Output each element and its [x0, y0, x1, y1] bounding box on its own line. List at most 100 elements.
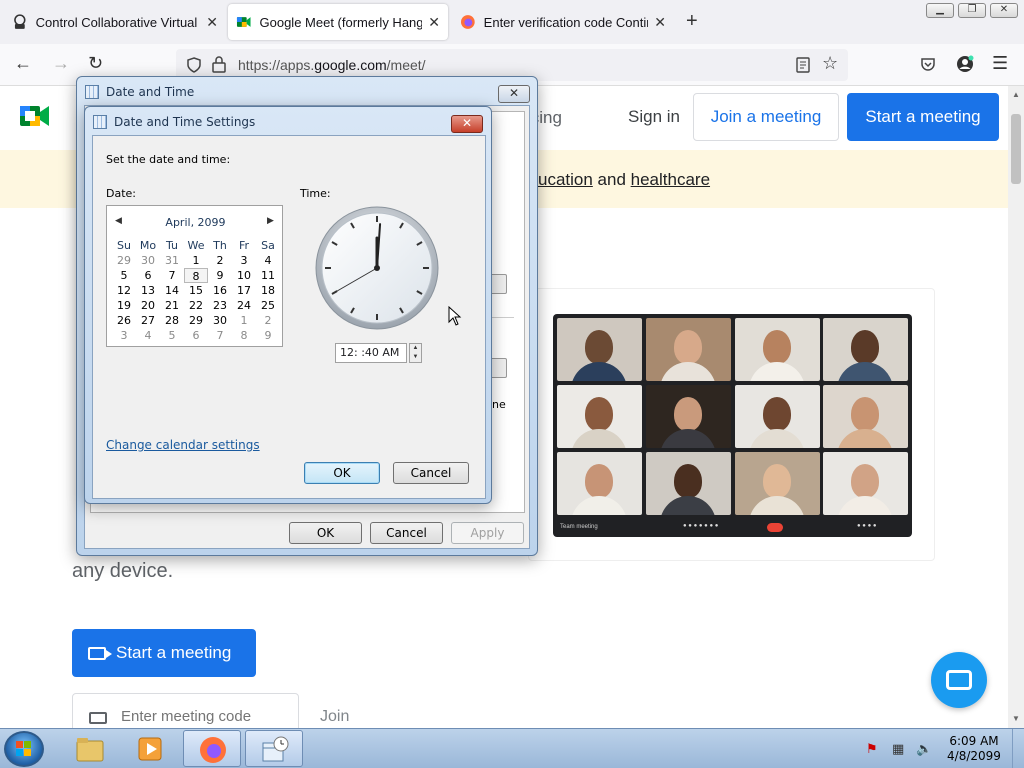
calendar-day[interactable]: 6 [136, 268, 160, 283]
account-icon[interactable] [956, 55, 974, 73]
close-tab-icon[interactable]: ✕ [654, 14, 666, 31]
minimize-button[interactable]: ▁ [926, 3, 954, 18]
outer-ok-button[interactable]: OK [289, 522, 362, 544]
calendar-day[interactable]: 26 [112, 313, 136, 328]
reader-view-icon[interactable] [796, 57, 810, 73]
calendar-day[interactable]: 10 [232, 268, 256, 283]
calendar-day[interactable]: 29 [184, 313, 208, 328]
forward-arrow-icon[interactable]: → [52, 53, 70, 74]
bookmark-star-icon[interactable]: ☆ [822, 53, 838, 74]
scroll-up-arrow-icon[interactable]: ▲ [1012, 90, 1020, 99]
calendar-day[interactable]: 14 [160, 283, 184, 298]
calendar-day[interactable]: 16 [208, 283, 232, 298]
calendar-day[interactable]: 9 [256, 328, 280, 343]
menu-icon[interactable]: ☰ [992, 53, 1008, 74]
calendar-day[interactable]: 7 [160, 268, 184, 283]
taskbar-explorer[interactable] [62, 730, 120, 767]
calendar-day[interactable]: 25 [256, 298, 280, 313]
network-icon[interactable]: ▦ [892, 741, 904, 757]
chat-support-button[interactable] [931, 652, 987, 708]
calendar-day[interactable]: 17 [232, 283, 256, 298]
restore-button[interactable]: ❐ [958, 3, 986, 18]
start-meeting-button[interactable]: Start a meeting [847, 93, 999, 141]
page-scrollbar[interactable]: ▲ ▼ [1008, 86, 1024, 728]
close-dialog-button[interactable]: ✕ [451, 115, 483, 133]
calendar-day[interactable]: 28 [160, 313, 184, 328]
calendar-day[interactable]: 1 [184, 253, 208, 268]
join-meeting-button[interactable]: Join a meeting [693, 93, 839, 141]
education-link[interactable]: ucation [538, 170, 593, 189]
calendar-day[interactable]: 1 [232, 313, 256, 328]
volume-icon[interactable]: 🔈 [916, 741, 932, 757]
calendar-day[interactable]: 2 [208, 253, 232, 268]
lock-icon[interactable] [212, 56, 226, 73]
new-tab-button[interactable]: + [686, 10, 698, 33]
calendar-day[interactable]: 12 [112, 283, 136, 298]
shield-icon[interactable] [186, 57, 202, 73]
next-month-icon[interactable]: ▶ [267, 216, 274, 226]
back-arrow-icon[interactable]: ← [14, 53, 32, 74]
scroll-down-arrow-icon[interactable]: ▼ [1012, 714, 1020, 723]
taskbar-firefox[interactable] [183, 730, 241, 767]
outer-apply-button[interactable]: Apply [451, 522, 524, 544]
tab-verification-code[interactable]: Enter verification code Contin... ✕ [452, 4, 674, 40]
calendar-day[interactable]: 15 [184, 283, 208, 298]
close-dialog-button[interactable]: ✕ [498, 85, 530, 103]
calendar-day[interactable]: 3 [232, 253, 256, 268]
calendar-day[interactable]: 6 [184, 328, 208, 343]
calendar-day[interactable]: 22 [184, 298, 208, 313]
calendar-day[interactable]: 21 [160, 298, 184, 313]
pocket-icon[interactable] [920, 56, 936, 72]
calendar-day[interactable]: 8 [184, 268, 208, 283]
calendar-day[interactable]: 5 [160, 328, 184, 343]
calendar-day[interactable]: 31 [160, 253, 184, 268]
change-calendar-settings-link[interactable]: Change calendar settings [106, 438, 260, 452]
time-spinner[interactable]: ▲ ▼ [409, 343, 422, 363]
network-warning-icon[interactable]: ⚑ [866, 741, 878, 757]
close-tab-icon[interactable]: ✕ [206, 14, 218, 31]
outer-cancel-button[interactable]: Cancel [370, 522, 443, 544]
taskbar-clock[interactable]: 6:09 AM 4/8/2099 [945, 734, 1003, 764]
calendar-day[interactable]: 30 [136, 253, 160, 268]
reload-icon[interactable]: ↻ [88, 53, 103, 74]
healthcare-link[interactable]: healthcare [631, 170, 710, 189]
calendar-day[interactable]: 4 [136, 328, 160, 343]
settings-cancel-button[interactable]: Cancel [393, 462, 469, 484]
calendar-day[interactable]: 3 [112, 328, 136, 343]
calendar-day[interactable]: 30 [208, 313, 232, 328]
calendar-day[interactable]: 23 [208, 298, 232, 313]
start-button[interactable] [4, 731, 44, 767]
weekday-label: Fr [238, 239, 250, 252]
calendar-day[interactable]: 13 [136, 283, 160, 298]
calendar-day[interactable]: 4 [256, 253, 280, 268]
time-input[interactable]: 12: :40 AM [335, 343, 407, 363]
taskbar-date-time[interactable] [245, 730, 303, 767]
calendar-control[interactable]: ◀ April, 2099 ▶ Su Mo Tu We Th Fr Sa 29 3… [106, 205, 283, 347]
calendar-day[interactable]: 20 [136, 298, 160, 313]
calendar-day[interactable]: 18 [256, 283, 280, 298]
calendar-day[interactable]: 27 [136, 313, 160, 328]
calendar-day[interactable]: 9 [208, 268, 232, 283]
calendar-day[interactable]: 29 [112, 253, 136, 268]
calendar-month-title[interactable]: April, 2099 [107, 216, 284, 229]
scrollbar-thumb[interactable] [1011, 114, 1021, 184]
calendar-day[interactable]: 11 [256, 268, 280, 283]
calendar-day[interactable]: 2 [256, 313, 280, 328]
calendar-day[interactable]: 19 [112, 298, 136, 313]
calendar-day[interactable]: 24 [232, 298, 256, 313]
start-meeting-main-button[interactable]: Start a meeting [72, 629, 256, 677]
meeting-code-input[interactable] [121, 708, 291, 725]
sign-in-link[interactable]: Sign in [628, 107, 680, 127]
calendar-day[interactable]: 7 [208, 328, 232, 343]
close-tab-icon[interactable]: ✕ [428, 14, 440, 31]
tab-control-collaborative[interactable]: Control Collaborative Virtual M... ✕ [4, 4, 226, 40]
show-desktop-button[interactable] [1012, 729, 1024, 768]
meeting-code-field[interactable] [72, 693, 299, 728]
window-close-button[interactable]: ✕ [990, 3, 1018, 18]
taskbar-media-player[interactable] [122, 730, 180, 767]
calendar-day[interactable]: 8 [232, 328, 256, 343]
join-link[interactable]: Join [320, 708, 349, 726]
calendar-day[interactable]: 5 [112, 268, 136, 283]
settings-ok-button[interactable]: OK [304, 462, 380, 484]
tab-google-meet[interactable]: Google Meet (formerly Hangou... ✕ [228, 4, 448, 40]
